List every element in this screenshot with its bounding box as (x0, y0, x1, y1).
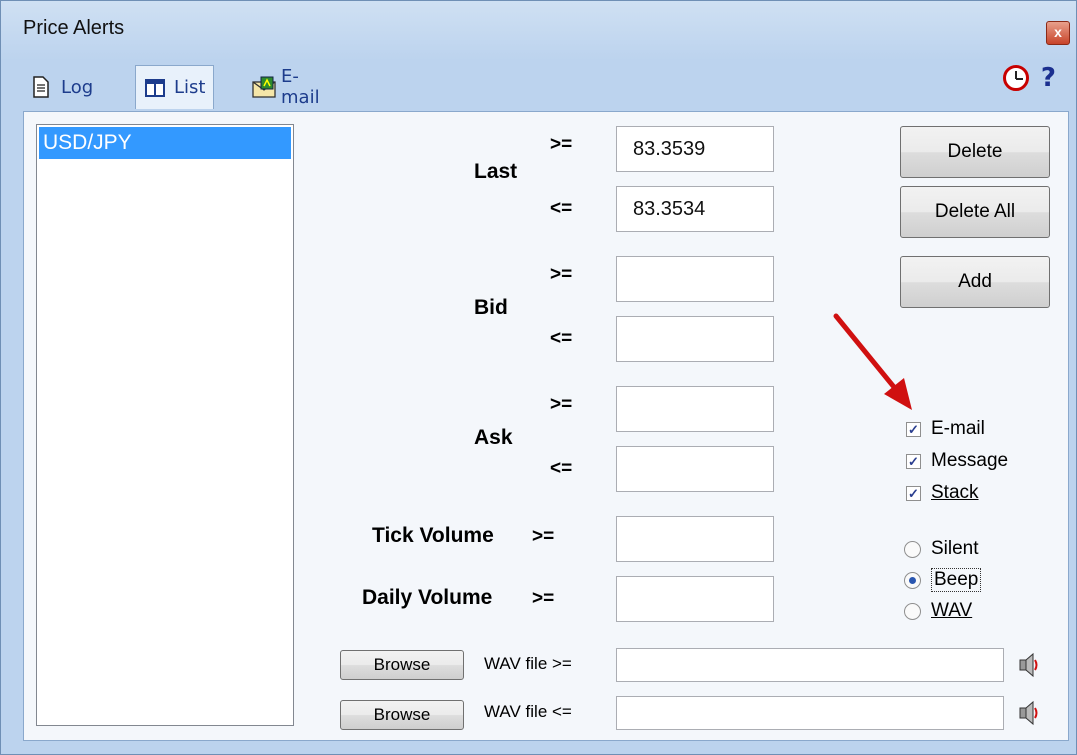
help-icon[interactable]: ? (1041, 63, 1056, 93)
email-check-icon: ✓ (906, 421, 921, 437)
tab-email-label: E-mail (281, 66, 320, 108)
speaker-icon[interactable] (1018, 700, 1040, 726)
email-icon (251, 76, 276, 98)
daily-volume-label: Daily Volume (362, 586, 493, 609)
silent-radio-icon (904, 540, 921, 558)
ask-ge-operator: >= (550, 394, 573, 415)
clock-icon[interactable] (1002, 65, 1029, 91)
email-checkbox-label: E-mail (931, 418, 985, 439)
tab-log[interactable]: Log (23, 67, 101, 107)
bid-ge-field[interactable] (616, 256, 774, 302)
tick-volume-field[interactable] (616, 516, 774, 562)
price-alerts-window: Price Alerts x Log List E-mail ? USD/JPY… (0, 0, 1077, 755)
list-item[interactable]: USD/JPY (39, 127, 291, 159)
toolbar-icons: ? (1002, 63, 1056, 93)
delete-button[interactable]: Delete (900, 126, 1050, 178)
red-arrow-annotation (833, 313, 912, 410)
beep-radio[interactable]: Beep (904, 568, 982, 592)
wav-le-field[interactable] (616, 696, 1004, 730)
daily-volume-operator: >= (532, 588, 555, 609)
title-bar[interactable]: Price Alerts x (1, 1, 1076, 55)
wav-radio[interactable]: WAV (904, 600, 972, 622)
stack-checkbox[interactable]: ✓ Stack (906, 482, 979, 504)
stack-check-icon: ✓ (906, 485, 921, 501)
message-check-icon: ✓ (906, 453, 921, 469)
last-ge-operator: >= (550, 134, 573, 155)
tick-volume-label: Tick Volume (372, 524, 494, 547)
tab-email[interactable]: E-mail (243, 66, 328, 108)
email-checkbox[interactable]: ✓ E-mail (906, 418, 985, 440)
bid-le-operator: <= (550, 328, 573, 349)
tab-log-label: Log (61, 76, 94, 98)
last-le-operator: <= (550, 198, 573, 219)
document-icon (31, 76, 53, 98)
silent-radio-label: Silent (931, 538, 979, 559)
speaker-icon[interactable] (1018, 652, 1040, 678)
ask-le-field[interactable] (616, 446, 774, 492)
ask-le-operator: <= (550, 458, 573, 479)
message-checkbox-label: Message (931, 450, 1009, 471)
ask-label: Ask (474, 426, 513, 449)
window-title: Price Alerts (23, 17, 125, 39)
last-ge-field[interactable]: 83.3539 (616, 126, 774, 172)
tab-list-label: List (174, 77, 206, 98)
add-button[interactable]: Add (900, 256, 1050, 308)
tick-volume-operator: >= (532, 526, 555, 547)
beep-radio-label: Beep (931, 568, 982, 592)
last-label: Last (474, 160, 518, 183)
bid-ge-operator: >= (550, 264, 573, 285)
columns-icon (144, 77, 166, 99)
ask-ge-field[interactable] (616, 386, 774, 432)
silent-radio[interactable]: Silent (904, 538, 979, 560)
last-le-field[interactable]: 83.3534 (616, 186, 774, 232)
bid-label: Bid (474, 296, 508, 319)
message-checkbox[interactable]: ✓ Message (906, 450, 1008, 472)
delete-all-button[interactable]: Delete All (900, 186, 1050, 238)
wav-ge-field[interactable] (616, 648, 1004, 682)
wav-radio-icon (904, 602, 921, 620)
close-button[interactable]: x (1046, 21, 1070, 45)
browse-le-button[interactable]: Browse (340, 700, 464, 730)
stack-checkbox-label: Stack (931, 482, 979, 503)
browse-ge-button[interactable]: Browse (340, 650, 464, 680)
wav-ge-label: WAV file >= (484, 654, 572, 673)
wav-le-label: WAV file <= (484, 702, 572, 721)
daily-volume-field[interactable] (616, 576, 774, 622)
tab-list[interactable]: List (135, 65, 215, 109)
wav-radio-label: WAV (931, 600, 973, 621)
symbol-list[interactable]: USD/JPY (36, 124, 294, 726)
bid-le-field[interactable] (616, 316, 774, 362)
beep-radio-icon (904, 571, 921, 589)
list-panel: USD/JPY Last >= <= 83.3539 83.3534 Bid >… (23, 111, 1069, 741)
